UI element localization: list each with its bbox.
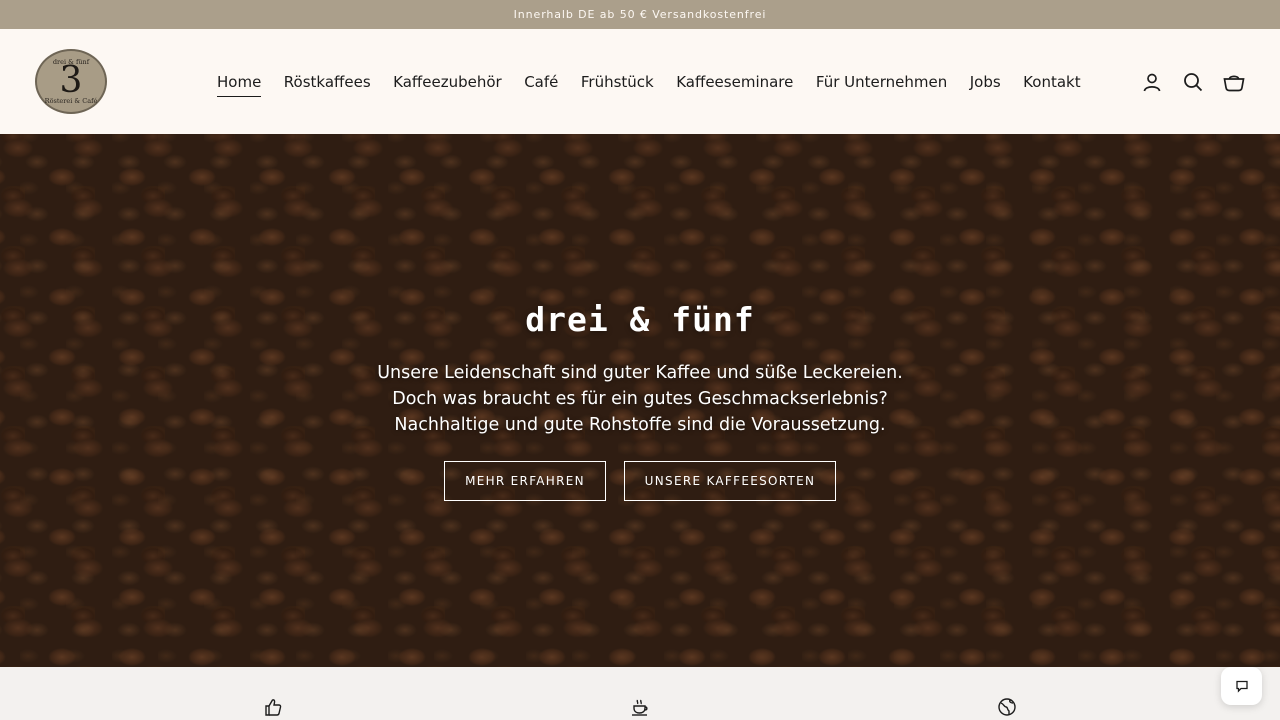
hero-banner: drei & fünf Unsere Leidenschaft sind gut… xyxy=(0,134,1280,667)
account-icon[interactable] xyxy=(1140,70,1164,94)
cart-icon[interactable] xyxy=(1222,70,1246,94)
search-icon[interactable] xyxy=(1181,70,1205,94)
nav-item-kaffeezubehoer[interactable]: Kaffeezubehör xyxy=(393,72,502,92)
nav-item-home[interactable]: Home xyxy=(217,72,262,97)
header-icons xyxy=(1123,70,1246,94)
coffee-varieties-button[interactable]: UNSERE KAFFEESORTEN xyxy=(624,461,836,501)
announcement-bar: Innerhalb DE ab 50 € Versandkostenfrei xyxy=(0,0,1280,29)
nav-item-roestkaffees[interactable]: Röstkaffees xyxy=(284,72,371,92)
nav-item-fruehstueck[interactable]: Frühstück xyxy=(581,72,654,92)
chat-button[interactable] xyxy=(1221,667,1262,705)
learn-more-button[interactable]: MEHR ERFAHREN xyxy=(444,461,606,501)
hero-text: Unsere Leidenschaft sind guter Kaffee un… xyxy=(0,360,1280,438)
hero-text-line: Nachhaltige und gute Rohstoffe sind die … xyxy=(394,415,886,435)
thumbs-up-icon xyxy=(262,696,284,718)
hero-content: drei & fünf Unsere Leidenschaft sind gut… xyxy=(0,134,1280,667)
features-bar xyxy=(0,667,1280,720)
hero-text-line: Doch was braucht es für ein gutes Geschm… xyxy=(392,389,888,409)
nav-item-fuer-unternehmen[interactable]: Für Unternehmen xyxy=(816,72,947,92)
nav-item-cafe[interactable]: Café xyxy=(524,72,558,92)
site-header: drei & fünf 3 Rösterei & Café Home Röstk… xyxy=(0,29,1280,134)
nav-item-kaffeeseminare[interactable]: Kaffeeseminare xyxy=(676,72,793,92)
announcement-text: Innerhalb DE ab 50 € Versandkostenfrei xyxy=(513,8,767,21)
coffee-cup-icon xyxy=(629,696,651,718)
hero-text-line: Unsere Leidenschaft sind guter Kaffee un… xyxy=(377,363,903,383)
logo-mark: 3 xyxy=(59,60,83,101)
nav-item-kontakt[interactable]: Kontakt xyxy=(1023,72,1080,92)
main-nav: Home Röstkaffees Kaffeezubehör Café Früh… xyxy=(217,71,1103,97)
hero-title: drei & fünf xyxy=(525,300,755,339)
globe-icon xyxy=(996,696,1018,718)
chat-icon xyxy=(1235,680,1248,693)
nav-item-jobs[interactable]: Jobs xyxy=(970,72,1001,92)
brand-logo[interactable]: drei & fünf 3 Rösterei & Café xyxy=(35,49,107,114)
logo-bottom-text: Rösterei & Café xyxy=(44,97,98,105)
